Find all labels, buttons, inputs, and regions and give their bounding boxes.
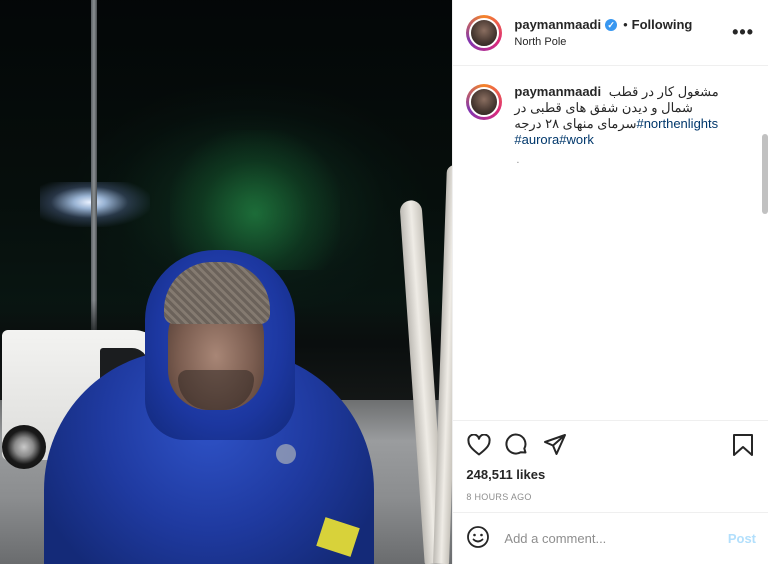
jacket-logo bbox=[276, 444, 296, 464]
hashtag-link[interactable]: #aurora bbox=[514, 132, 559, 147]
scrollbar[interactable] bbox=[762, 134, 768, 214]
post-photo[interactable] bbox=[0, 0, 453, 564]
utility-pole bbox=[91, 0, 97, 340]
caption-text: paymanmaadi مشغول کار در قطب شمال و دیدن… bbox=[514, 84, 734, 148]
aurora-glow bbox=[170, 130, 340, 270]
more-options-icon[interactable]: ••• bbox=[732, 22, 754, 43]
location-link[interactable]: North Pole bbox=[514, 36, 692, 48]
following-button[interactable]: Following bbox=[632, 17, 693, 32]
avatar[interactable] bbox=[466, 14, 503, 51]
caption-username[interactable]: paymanmaadi bbox=[514, 84, 601, 99]
caption-note: ‌. bbox=[516, 154, 520, 166]
instagram-post: paymanmaadi ✓ • Following North Pole •••… bbox=[0, 0, 768, 564]
avatar-photo bbox=[469, 17, 500, 48]
comment-input[interactable] bbox=[502, 530, 728, 547]
bookmark-icon[interactable] bbox=[730, 432, 756, 458]
post-header: paymanmaadi ✓ • Following North Pole ••• bbox=[453, 0, 768, 66]
header-text: paymanmaadi ✓ • Following North Pole bbox=[514, 17, 692, 48]
hashtag-link[interactable]: #work bbox=[559, 132, 594, 147]
emoji-icon[interactable] bbox=[466, 525, 490, 552]
separator-dot: • bbox=[623, 17, 628, 32]
post-timestamp[interactable]: 8 HOURS AGO bbox=[466, 492, 756, 502]
heart-icon[interactable] bbox=[466, 432, 492, 458]
header-row: paymanmaadi ✓ • Following bbox=[514, 17, 692, 32]
header-username[interactable]: paymanmaadi bbox=[514, 17, 601, 32]
caption-avatar-photo bbox=[469, 87, 500, 117]
hashtag-link[interactable]: #northenlights bbox=[636, 116, 718, 131]
van-wheel bbox=[2, 425, 46, 469]
caption: paymanmaadi مشغول کار در قطب شمال و دیدن… bbox=[466, 84, 756, 148]
comment-form: Post bbox=[453, 512, 768, 564]
action-bar: 248,511 likes 8 HOURS AGO bbox=[453, 420, 768, 512]
verified-badge-icon: ✓ bbox=[605, 18, 618, 31]
comment-icon[interactable] bbox=[504, 432, 530, 458]
likes-count[interactable]: 248,511 likes bbox=[466, 467, 756, 482]
action-icons bbox=[466, 429, 756, 461]
caption-avatar[interactable] bbox=[466, 84, 503, 120]
post-comment-button[interactable]: Post bbox=[728, 531, 756, 546]
post-side-panel: paymanmaadi ✓ • Following North Pole •••… bbox=[452, 0, 768, 564]
comments-area: paymanmaadi مشغول کار در قطب شمال و دیدن… bbox=[453, 66, 768, 420]
share-icon[interactable] bbox=[542, 432, 568, 458]
